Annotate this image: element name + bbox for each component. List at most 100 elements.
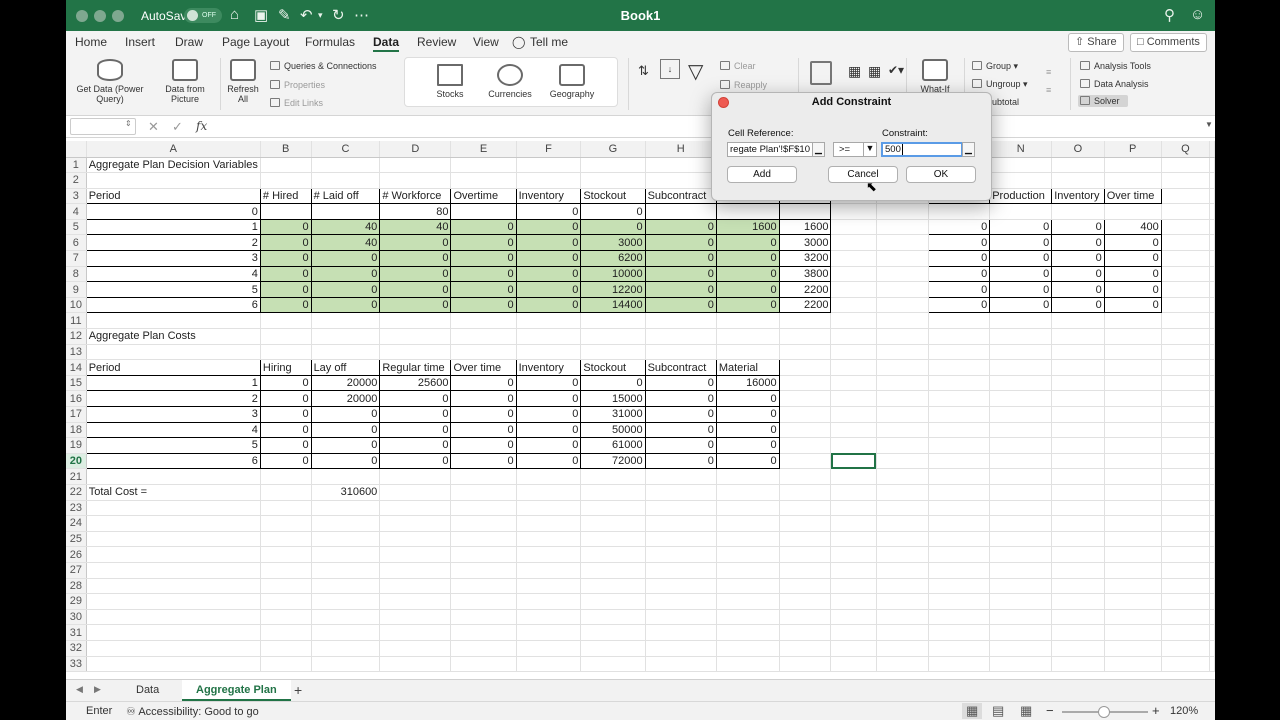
prev-sheet-icon[interactable]: ◀	[76, 684, 83, 695]
row-header[interactable]: 9	[66, 281, 87, 298]
cell-m13[interactable]	[928, 344, 991, 361]
cell-i29[interactable]	[716, 593, 780, 610]
undo-icon[interactable]: ↶	[300, 6, 313, 24]
cell-h3[interactable]: Subcontract	[644, 187, 717, 205]
tab-home[interactable]: Home	[75, 35, 107, 49]
cell-i10[interactable]: 0	[715, 296, 780, 314]
operator-dropdown-icon[interactable]: ▼	[863, 143, 876, 156]
cell-q17[interactable]	[1161, 406, 1211, 423]
cell-p30[interactable]	[1104, 609, 1162, 626]
data-from-picture-button[interactable]: Data from Picture	[156, 59, 214, 104]
cell-c11[interactable]	[311, 312, 381, 330]
cell-n1[interactable]	[989, 157, 1053, 174]
cell-n6[interactable]: 0	[989, 234, 1053, 252]
cell-c23[interactable]	[311, 500, 381, 517]
cell-k23[interactable]	[830, 500, 877, 517]
cell-j10[interactable]: 2200	[778, 296, 832, 314]
cell-e4[interactable]	[450, 203, 517, 220]
cell-i15[interactable]: 16000	[715, 374, 780, 392]
cell-f28[interactable]	[516, 578, 582, 595]
cell-a18[interactable]: 4	[85, 421, 261, 439]
cell-e20[interactable]: 0	[450, 452, 517, 470]
cell-k13[interactable]	[830, 344, 877, 361]
cell-e13[interactable]	[450, 344, 517, 361]
cell-l4[interactable]	[876, 203, 929, 220]
cell-p8[interactable]: 0	[1103, 265, 1162, 283]
cell-overflow[interactable]	[1209, 375, 1215, 392]
cell-q30[interactable]	[1161, 609, 1211, 626]
cell-n33[interactable]	[989, 656, 1053, 673]
cell-c3[interactable]: # Laid off	[310, 187, 381, 205]
cell-p2[interactable]	[1104, 172, 1162, 189]
cell-p4[interactable]	[1104, 203, 1162, 220]
cell-f16[interactable]: 0	[515, 390, 582, 407]
next-sheet-icon[interactable]: ▶	[94, 684, 101, 695]
cell-j28[interactable]	[779, 578, 832, 595]
cell-overflow[interactable]	[1209, 437, 1215, 454]
text-to-columns-icon[interactable]	[810, 61, 832, 85]
cell-a23[interactable]	[86, 500, 261, 517]
cell-j9[interactable]: 2200	[778, 281, 832, 298]
cell-overflow[interactable]	[1209, 406, 1215, 423]
cell-m22[interactable]	[928, 484, 991, 501]
cell-f24[interactable]	[516, 515, 582, 532]
cell-l31[interactable]	[876, 624, 929, 641]
cell-a15[interactable]: 1	[85, 374, 261, 392]
cell-k26[interactable]	[830, 546, 877, 563]
cell-f12[interactable]	[516, 328, 582, 345]
cell-f26[interactable]	[516, 546, 582, 563]
more-icon[interactable]: ⋯	[354, 6, 369, 24]
cell-h16[interactable]: 0	[644, 390, 717, 407]
cell-a13[interactable]	[86, 344, 261, 361]
cell-n8[interactable]: 0	[989, 265, 1053, 283]
cell-o8[interactable]: 0	[1051, 265, 1105, 283]
cell-i18[interactable]: 0	[715, 421, 780, 439]
cell-j18[interactable]	[779, 422, 832, 439]
cell-i9[interactable]: 0	[715, 281, 780, 298]
cell-k16[interactable]	[830, 390, 877, 407]
cell-table[interactable]: ABCDEFGHIJKLMNOPQ1Aggregate Plan Decisio…	[66, 141, 1215, 673]
row-header[interactable]: 20	[66, 453, 87, 470]
cell-m8[interactable]: 0	[927, 265, 991, 283]
row-header[interactable]: 6	[66, 234, 87, 252]
cell-k15[interactable]	[830, 375, 877, 392]
row-header[interactable]: 21	[66, 468, 87, 485]
window-close-button[interactable]	[76, 10, 88, 22]
cell-g15[interactable]: 0	[580, 374, 646, 392]
cell-e23[interactable]	[450, 500, 517, 517]
cell-o1[interactable]	[1051, 157, 1105, 174]
cell-m23[interactable]	[928, 500, 991, 517]
cell-j17[interactable]	[779, 406, 832, 423]
cell-a21[interactable]	[86, 468, 261, 485]
cell-j30[interactable]	[779, 609, 832, 626]
cell-q15[interactable]	[1161, 375, 1211, 392]
cell-n25[interactable]	[989, 531, 1053, 548]
cell-o27[interactable]	[1051, 562, 1105, 579]
cell-b6[interactable]: 0	[259, 234, 312, 252]
cell-g3[interactable]: Stockout	[580, 187, 646, 205]
cell-j12[interactable]	[779, 328, 832, 345]
cell-g23[interactable]	[580, 500, 646, 517]
cell-g25[interactable]	[580, 531, 646, 548]
cell-m25[interactable]	[928, 531, 991, 548]
cell-i33[interactable]	[716, 656, 780, 673]
queries-connections-button[interactable]: Queries & Connections	[270, 61, 377, 71]
cell-a30[interactable]	[86, 609, 261, 626]
cell-a17[interactable]: 3	[85, 406, 261, 423]
cell-d29[interactable]	[379, 593, 452, 610]
cell-n11[interactable]	[989, 312, 1053, 330]
cell-h33[interactable]	[645, 656, 717, 673]
cell-k8[interactable]	[830, 266, 877, 283]
cell-f31[interactable]	[516, 624, 582, 641]
cell-n16[interactable]	[989, 390, 1053, 407]
cell-d17[interactable]: 0	[379, 406, 452, 423]
tab-page-layout[interactable]: Page Layout	[222, 35, 289, 49]
cell-q11[interactable]	[1161, 312, 1211, 330]
cell-n22[interactable]	[989, 484, 1053, 501]
row-header[interactable]: 10	[66, 297, 87, 314]
cell-f18[interactable]: 0	[515, 421, 582, 439]
cell-l24[interactable]	[876, 515, 929, 532]
cell-m10[interactable]: 0	[927, 296, 991, 314]
cell-c17[interactable]: 0	[310, 406, 381, 423]
cell-m28[interactable]	[928, 578, 991, 595]
